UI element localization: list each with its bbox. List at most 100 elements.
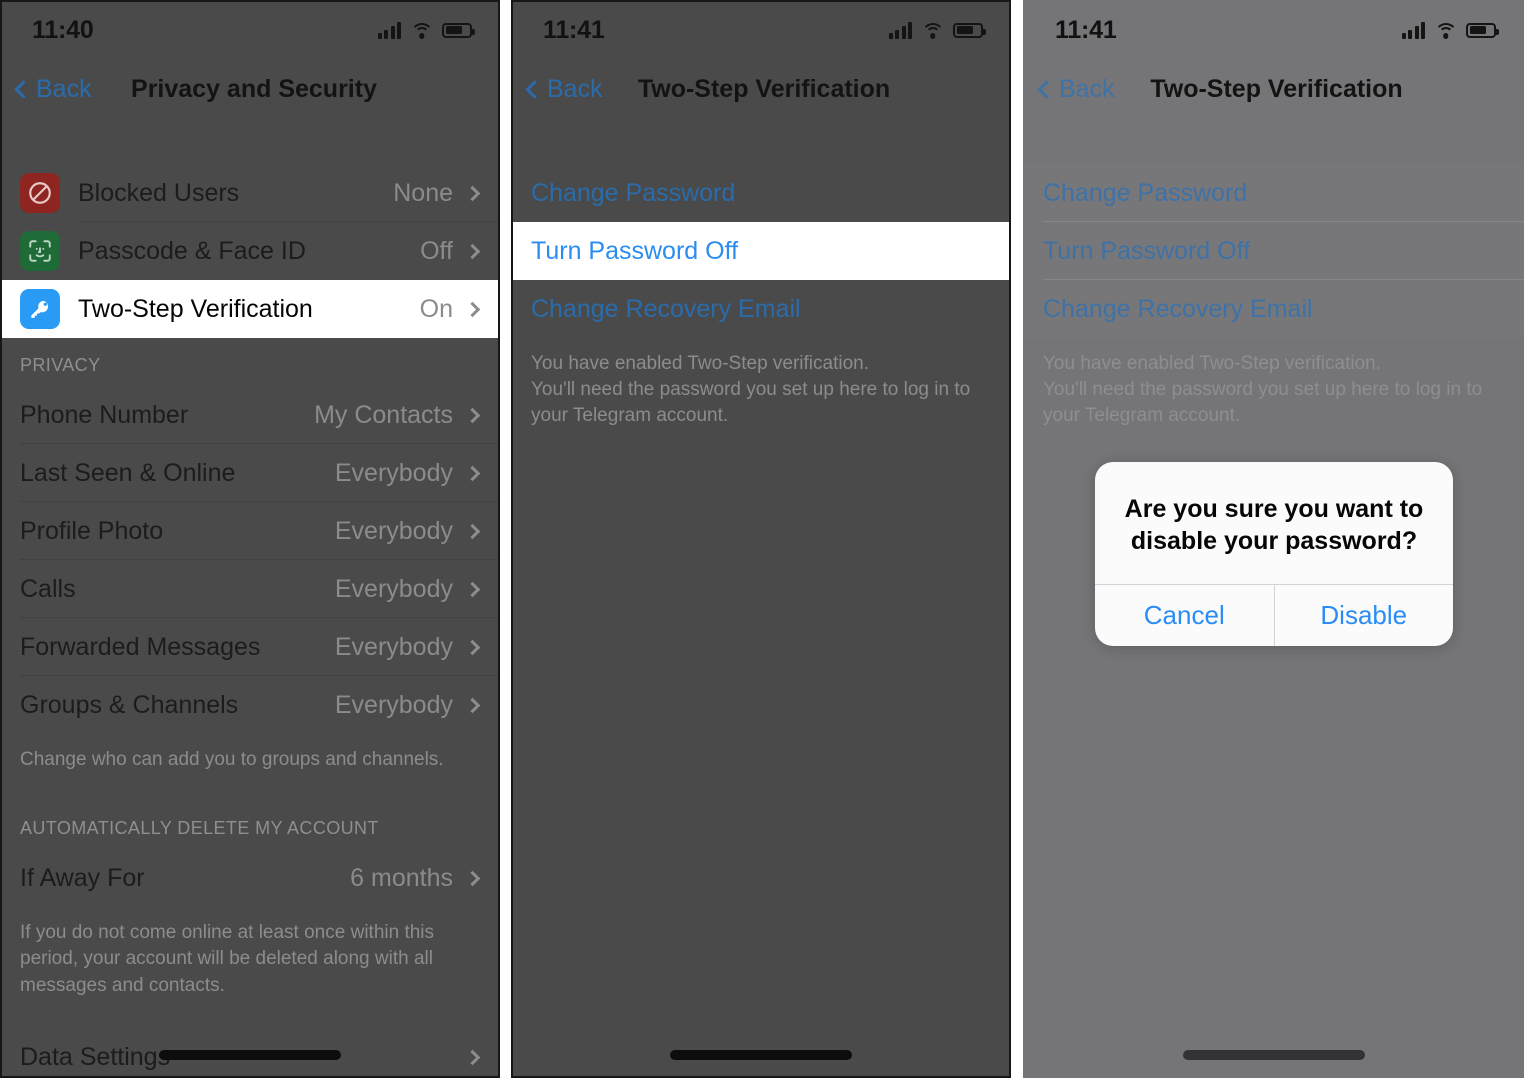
- chevron-right-icon: [464, 185, 481, 201]
- chevron-right-icon: [464, 697, 481, 713]
- list-item-calls[interactable]: Calls Everybody: [0, 560, 500, 618]
- list-item-blocked-users[interactable]: Blocked Users None: [0, 164, 500, 222]
- alert-overlay: Are you sure you want to disable your pa…: [1023, 0, 1524, 1078]
- status-bar-clock: 11:40: [32, 15, 94, 44]
- status-bar-clock: 11:41: [543, 15, 605, 44]
- security-group: Blocked Users None Passcode & Face ID Of…: [0, 164, 500, 338]
- list-item-label: Two-Step Verification: [78, 294, 313, 323]
- two-step-footer-note: You have enabled Two-Step verification. …: [531, 353, 971, 427]
- list-item-label: Last Seen & Online: [20, 458, 236, 487]
- list-item-value: On: [419, 294, 453, 323]
- chevron-left-icon: [14, 79, 33, 99]
- phone-screen: 11:41 Back Two-Step Verification Change …: [1023, 0, 1524, 1078]
- list-item-two-step-verification[interactable]: Two-Step Verification On: [0, 280, 500, 338]
- settings-list[interactable]: Blocked Users None Passcode & Face ID Of…: [0, 118, 500, 1078]
- face-id-icon: [20, 231, 60, 271]
- chevron-right-icon: [464, 465, 481, 481]
- list-item-value: Everybody: [334, 574, 453, 603]
- navigation-bar: Back Privacy and Security: [0, 60, 500, 118]
- chevron-right-icon: [464, 243, 481, 259]
- list-item-label: If Away For: [20, 863, 145, 892]
- battery-icon: [442, 22, 475, 38]
- chevron-right-icon: [464, 407, 481, 423]
- list-item-label: Profile Photo: [20, 516, 164, 545]
- back-button-label: Back: [547, 74, 603, 103]
- phone-panel-two-step-verification: 11:41 Back Two-Step Verification Change …: [511, 0, 1011, 1078]
- cellular-signal-icon: [888, 21, 912, 39]
- chevron-right-icon: [464, 523, 481, 539]
- status-bar-icons: [377, 21, 475, 39]
- status-bar: 11:41: [511, 0, 1011, 60]
- alert-actions: Cancel Disable: [1095, 583, 1454, 646]
- cellular-signal-icon: [377, 21, 401, 39]
- list-item-value: 6 months: [350, 863, 453, 892]
- phone-panel-privacy-and-security: 11:40 Back Privacy and Security Blocked …: [0, 0, 500, 1078]
- list-item-change-password[interactable]: Change Password: [511, 164, 1011, 222]
- home-indicator: [159, 1050, 341, 1060]
- chevron-right-icon: [464, 581, 481, 597]
- list-item-value: Everybody: [334, 458, 453, 487]
- chevron-right-icon: [464, 639, 481, 655]
- list-item-groups-channels[interactable]: Groups & Channels Everybody: [0, 676, 500, 734]
- phone-screen: 11:41 Back Two-Step Verification Change …: [511, 0, 1011, 1078]
- list-item-change-recovery-email[interactable]: Change Recovery Email: [511, 280, 1011, 338]
- list-item-value: Everybody: [334, 690, 453, 719]
- disable-password-alert: Are you sure you want to disable your pa…: [1095, 462, 1453, 646]
- list-top-spacer: [511, 118, 1011, 164]
- list-item-value: Off: [420, 236, 453, 265]
- chevron-right-icon: [464, 301, 481, 317]
- list-item-last-seen-online[interactable]: Last Seen & Online Everybody: [0, 444, 500, 502]
- list-item-label: Calls: [20, 574, 76, 603]
- key-icon: [20, 289, 60, 329]
- home-indicator: [670, 1050, 852, 1060]
- back-button[interactable]: Back: [14, 75, 92, 104]
- list-item-label: Blocked Users: [78, 178, 240, 207]
- list-top-spacer: [0, 118, 500, 164]
- list-item-label: Groups & Channels: [20, 690, 239, 719]
- list-item-label: Turn Password Off: [531, 236, 739, 265]
- list-item-label: Forwarded Messages: [20, 632, 261, 661]
- status-bar-icons: [888, 21, 986, 39]
- list-item-passcode-face-id[interactable]: Passcode & Face ID Off: [0, 222, 500, 280]
- auto-delete-footer-note: If you do not come online at least once …: [20, 922, 435, 996]
- wifi-icon: [921, 22, 944, 39]
- list-item-value: Everybody: [334, 516, 453, 545]
- settings-list[interactable]: Change Password Turn Password Off Change…: [511, 118, 1011, 1078]
- privacy-group: Phone Number My Contacts Last Seen & Onl…: [0, 386, 500, 734]
- list-item-profile-photo[interactable]: Profile Photo Everybody: [0, 502, 500, 560]
- alert-body: Are you sure you want to disable your pa…: [1095, 462, 1453, 584]
- privacy-footer-note: Change who can add you to groups and cha…: [20, 749, 444, 770]
- list-item-label: Change Password: [531, 178, 736, 207]
- list-item-label: Phone Number: [20, 400, 189, 429]
- list-item-phone-number[interactable]: Phone Number My Contacts: [0, 386, 500, 444]
- back-button[interactable]: Back: [525, 75, 603, 104]
- cancel-button[interactable]: Cancel: [1095, 585, 1274, 646]
- list-item-if-away-for[interactable]: If Away For 6 months: [0, 849, 500, 907]
- wifi-icon: [410, 22, 433, 39]
- disable-button[interactable]: Disable: [1273, 584, 1454, 646]
- chevron-right-icon: [464, 1050, 481, 1066]
- list-item-forwarded-messages[interactable]: Forwarded Messages Everybody: [0, 618, 500, 676]
- list-item-label: Passcode & Face ID: [78, 236, 306, 265]
- list-item-turn-password-off[interactable]: Turn Password Off: [511, 222, 1011, 280]
- chevron-right-icon: [464, 870, 481, 886]
- list-item-value: Everybody: [334, 632, 453, 661]
- section-header-privacy: PRIVACY: [20, 355, 101, 375]
- chevron-left-icon: [525, 79, 544, 99]
- three-panel-screenshot: 11:40 Back Privacy and Security Blocked …: [0, 0, 1524, 1078]
- list-item-value: My Contacts: [314, 400, 453, 429]
- navigation-bar: Back Two-Step Verification: [511, 60, 1011, 118]
- battery-icon: [953, 22, 986, 38]
- status-bar: 11:40: [0, 0, 500, 60]
- two-step-actions-group: Change Password Turn Password Off Change…: [511, 164, 1011, 338]
- section-header-auto-delete: AUTOMATICALLY DELETE MY ACCOUNT: [20, 818, 379, 839]
- list-item-value: None: [393, 178, 453, 207]
- list-item-label: Change Recovery Email: [531, 294, 801, 323]
- phone-panel-disable-password-alert: 11:41 Back Two-Step Verification Change …: [1023, 0, 1524, 1078]
- home-indicator: [1182, 1050, 1365, 1060]
- list-bottom-spacer: [0, 999, 500, 1029]
- block-icon: [20, 173, 60, 213]
- phone-screen: 11:40 Back Privacy and Security Blocked …: [0, 0, 500, 1078]
- alert-title: Are you sure you want to disable your pa…: [1124, 495, 1424, 555]
- auto-delete-group: If Away For 6 months: [0, 849, 500, 907]
